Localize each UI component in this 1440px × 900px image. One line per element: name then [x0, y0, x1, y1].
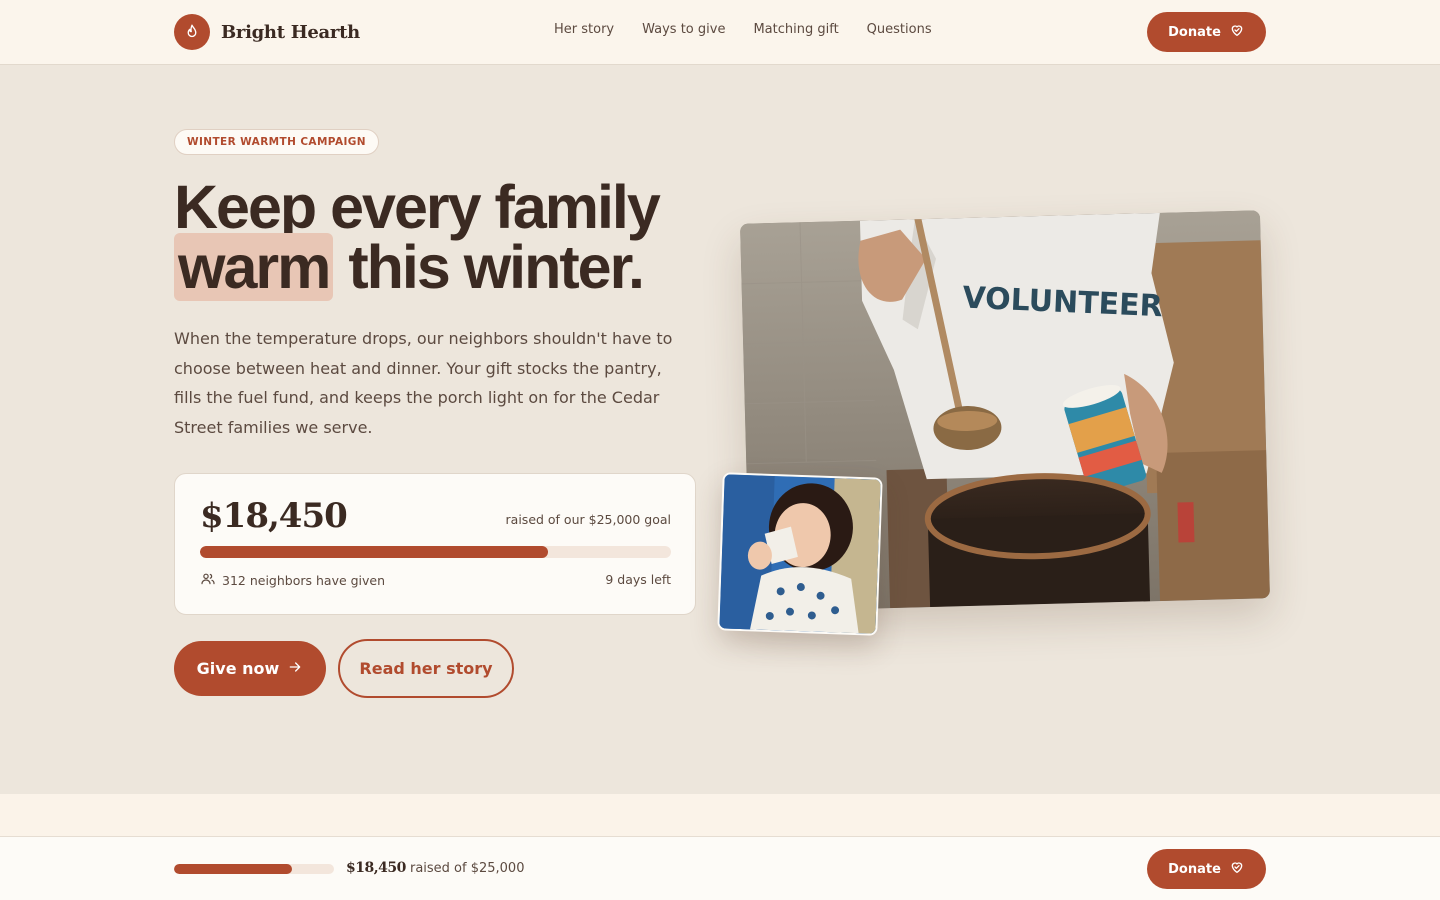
sticky-donate-bar: $18,450 raised of $25,000 Donate: [0, 836, 1440, 900]
sticky-donate-button[interactable]: Donate: [1147, 849, 1266, 889]
fundraising-progress-card: $18,450 raised of our $25,000 goal 312 n…: [174, 473, 696, 615]
hero-section: WINTER WARMTH CAMPAIGN Keep every family…: [0, 65, 1440, 794]
read-her-story-button[interactable]: Read her story: [338, 639, 514, 698]
give-now-label: Give now: [196, 659, 280, 678]
headline-line1: Keep every family: [174, 173, 661, 241]
hero-headline: Keep every family warm this winter.: [174, 177, 714, 301]
heart-icon: [1229, 22, 1245, 42]
days-left: 9 days left: [605, 572, 671, 587]
sticky-donate-label: Donate: [1168, 861, 1221, 877]
nav-matching-gift[interactable]: Matching gift: [753, 22, 838, 37]
raised-amount: $18,450: [200, 496, 348, 536]
goal-text: raised of our $25,000 goal: [505, 512, 671, 527]
heart-icon: [1229, 859, 1245, 879]
sticky-progress-bar: [174, 864, 334, 874]
arrow-right-icon: [287, 659, 303, 679]
sticky-progress-fill: [174, 864, 293, 874]
flame-icon: [174, 14, 210, 50]
nav-ways-to-give[interactable]: Ways to give: [642, 22, 725, 37]
give-now-button[interactable]: Give now: [174, 641, 326, 696]
donor-count-text: 312 neighbors have given: [222, 573, 386, 588]
nav-questions[interactable]: Questions: [867, 22, 932, 37]
donate-label: Donate: [1168, 24, 1221, 40]
hero-lede: When the temperature drops, our neighbor…: [174, 329, 673, 437]
donor-count: 312 neighbors have given: [200, 571, 385, 590]
nav-her-story[interactable]: Her story: [554, 22, 614, 37]
child-photo: [717, 472, 883, 636]
sticky-amount: $18,450: [346, 860, 406, 876]
people-icon: [200, 571, 216, 590]
header-donate-button[interactable]: Donate: [1147, 12, 1266, 52]
brand-name: Bright Hearth: [221, 21, 360, 43]
site-header: Bright Hearth Her story Ways to give Mat…: [0, 0, 1440, 65]
main-nav: Her story Ways to give Matching gift Que…: [554, 22, 932, 37]
progress-bar-fill: [200, 546, 548, 558]
brand-logo-link[interactable]: Bright Hearth: [174, 14, 360, 50]
headline-highlight: warm: [174, 233, 334, 301]
sticky-suffix: raised of $25,000: [409, 861, 525, 876]
headline-rest: this winter.: [348, 233, 645, 301]
section-divider-band: [0, 794, 1440, 836]
campaign-badge: WINTER WARMTH CAMPAIGN: [174, 129, 379, 155]
sticky-progress-text: $18,450 raised of $25,000: [346, 860, 524, 876]
progress-bar: [200, 546, 671, 558]
